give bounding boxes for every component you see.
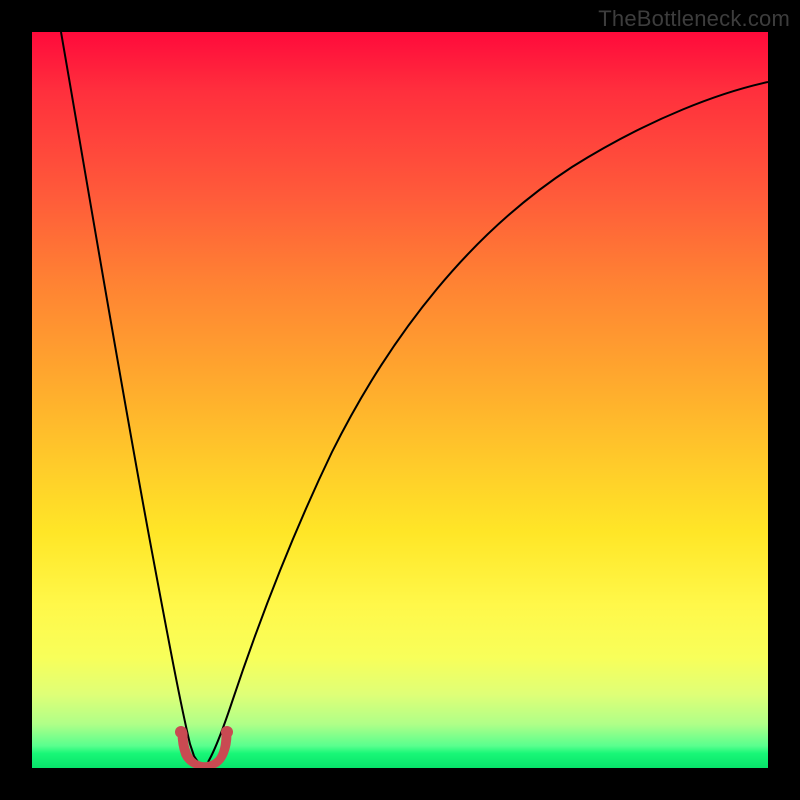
marker-dot-right xyxy=(221,726,233,738)
chart-area xyxy=(32,32,768,768)
bottleneck-curve-left xyxy=(61,32,198,762)
bottleneck-curve-right xyxy=(208,82,768,762)
chart-frame: TheBottleneck.com xyxy=(0,0,800,800)
marker-dot-left xyxy=(175,726,187,738)
curve-svg xyxy=(32,32,768,768)
watermark-text: TheBottleneck.com xyxy=(598,6,790,32)
